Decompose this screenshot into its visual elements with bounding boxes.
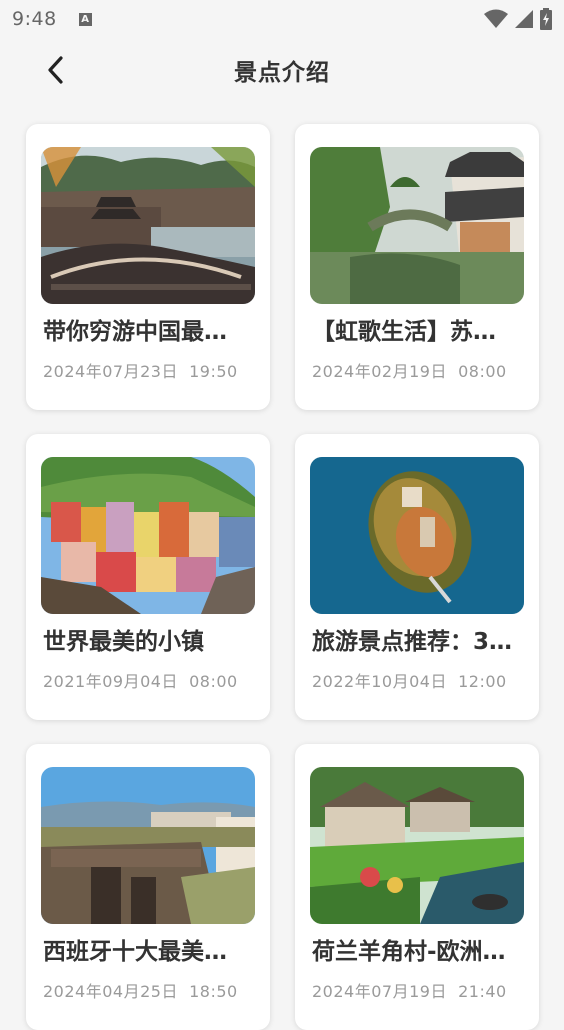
status-icons: [484, 8, 552, 30]
colorful-cliff-village-image: [41, 457, 255, 614]
card-date: 2022年10月04日 12:00: [312, 672, 507, 691]
card-date: 2024年02月19日 08:00: [312, 362, 507, 381]
battery-icon: [540, 8, 552, 30]
header: 景点介绍: [0, 38, 564, 102]
canal-village-houses-image: [310, 767, 524, 924]
status-time: 9:48: [12, 8, 57, 30]
card-date: 2024年04月25日 18:50: [43, 982, 238, 1001]
card-image: [41, 767, 255, 924]
article-card[interactable]: 世界最美的小镇 2021年09月04日 08:00: [26, 434, 270, 720]
card-image: [41, 457, 255, 614]
card-title: 旅游景点推荐：3…: [312, 629, 513, 655]
water-town-canal-image: [310, 147, 524, 304]
page-title: 景点介绍: [234, 60, 330, 86]
card-date: 2021年09月04日 08:00: [43, 672, 238, 691]
card-title: 【虹歌生活】苏…: [312, 319, 496, 345]
a-icon: A: [78, 12, 92, 26]
card-title: 荷兰羊角村-欧洲…: [312, 939, 506, 965]
island-in-lake-image: [310, 457, 524, 614]
card-image: [310, 767, 524, 924]
gorge-bridge-town-image: [41, 767, 255, 924]
card-date: 2024年07月23日 19:50: [43, 362, 238, 381]
article-card[interactable]: 西班牙十大最美… 2024年04月25日 18:50: [26, 744, 270, 1030]
card-title: 世界最美的小镇: [43, 629, 204, 655]
card-image: [310, 457, 524, 614]
article-grid: 带你穷游中国最… 2024年07月23日 19:50 【虹歌生活】苏… 2024…: [26, 124, 539, 1030]
article-card[interactable]: 荷兰羊角村-欧洲… 2024年07月19日 21:40: [295, 744, 539, 1030]
card-image: [41, 147, 255, 304]
article-card[interactable]: 带你穷游中国最… 2024年07月23日 19:50: [26, 124, 270, 410]
card-title: 西班牙十大最美…: [43, 939, 227, 965]
article-card[interactable]: 旅游景点推荐：3… 2022年10月04日 12:00: [295, 434, 539, 720]
card-title: 带你穷游中国最…: [43, 319, 227, 345]
status-bar: 9:48 A: [0, 0, 564, 38]
article-card[interactable]: 【虹歌生活】苏… 2024年02月19日 08:00: [295, 124, 539, 410]
card-image: [310, 147, 524, 304]
ancient-town-bridge-image: [41, 147, 255, 304]
card-date: 2024年07月19日 21:40: [312, 982, 507, 1001]
signal-icon: [515, 10, 533, 28]
back-button[interactable]: [40, 52, 72, 88]
wifi-icon: [484, 9, 508, 28]
chevron-left-icon: [48, 56, 63, 84]
